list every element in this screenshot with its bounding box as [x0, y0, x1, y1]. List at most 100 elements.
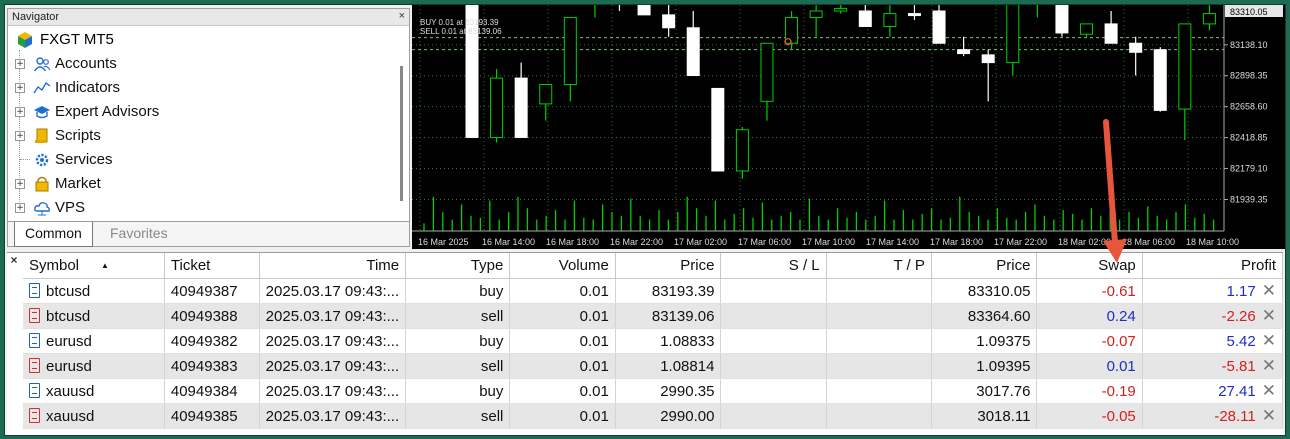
tab-favorites[interactable]: Favorites [100, 222, 178, 246]
table-row[interactable]: eurusd 40949382 2025.03.17 09:43:... buy 0.0… [23, 328, 1284, 354]
table-header: Symbol ▲ Ticket Time Type Volume Price S … [23, 253, 1284, 279]
column-header-price[interactable]: Price [615, 253, 722, 279]
cell-current: 83310.05 [931, 278, 1038, 304]
cell-profit: -28.11 ✕ [1142, 403, 1284, 429]
cell-volume: 0.01 [509, 303, 616, 329]
time-tick-label: 16 Mar 14:00 [482, 237, 535, 247]
time-tick-label: 18 Mar 10:00 [1186, 237, 1239, 247]
table-row[interactable]: eurusd 40949383 2025.03.17 09:43:... sell 0.… [23, 353, 1284, 379]
cell-sl [720, 403, 827, 429]
candle-body [563, 16, 577, 86]
candle-body [957, 49, 971, 55]
cell-ticket: 40949382 [164, 328, 260, 354]
cell-volume-value: 0.01 [579, 282, 609, 300]
time-tick-label: 17 Mar 06:00 [738, 237, 791, 247]
cell-profit: -2.26 ✕ [1142, 303, 1284, 329]
expert-advisors-icon [34, 106, 50, 119]
cell-profit-value: 1.17 [1226, 283, 1256, 300]
tab-common[interactable]: Common [14, 222, 93, 247]
tree-item-label: Expert Advisors [55, 103, 160, 120]
table-row[interactable]: xauusd 40949384 2025.03.17 09:43:... buy 0.0… [23, 378, 1284, 404]
expand-icon[interactable]: + [15, 203, 25, 213]
price-tick-label: 82658.60 [1230, 102, 1268, 112]
cell-current-value: 83310.05 [967, 282, 1031, 300]
cell-sl [720, 328, 827, 354]
close-position-icon[interactable]: ✕ [1262, 356, 1276, 376]
expand-icon[interactable]: + [15, 179, 25, 189]
buy-order-icon [29, 282, 40, 298]
column-header-sl[interactable]: S / L [720, 253, 827, 279]
candle-body [760, 42, 774, 102]
cell-time-value: 2025.03.17 09:43:... [265, 407, 400, 425]
cell-sl [720, 378, 827, 404]
table-row[interactable]: btcusd 40949387 2025.03.17 09:43:... buy 0.0… [23, 278, 1284, 304]
cell-ticket-value: 40949383 [170, 357, 238, 375]
indicators-icon [33, 81, 51, 94]
expand-icon[interactable]: + [15, 83, 25, 93]
cell-type-value: buy [479, 282, 504, 300]
candlestick-chart: BUY 0.01 at 83193.39SELL 0.01 at 83139.0… [412, 5, 1283, 247]
candle-body [514, 77, 528, 138]
price-chart[interactable]: BUY 0.01 at 83193.39 SELL 0.01 at 83139.0… [412, 5, 1285, 249]
cell-volume-value: 0.01 [579, 407, 609, 425]
cell-current: 1.09395 [931, 353, 1038, 379]
expand-icon[interactable]: + [15, 59, 25, 69]
close-position-icon[interactable]: ✕ [1262, 381, 1276, 401]
cell-price: 83193.39 [615, 278, 722, 304]
cell-price-value: 2990.00 [660, 407, 715, 425]
scripts-icon [35, 128, 48, 143]
column-header-type[interactable]: Type [405, 253, 511, 279]
cell-price-value: 1.08833 [660, 332, 715, 350]
price-tick-label: 83138.10 [1230, 40, 1268, 50]
candle-body [1129, 42, 1143, 53]
cell-volume-value: 0.01 [579, 357, 609, 375]
candle-body [1153, 49, 1167, 111]
column-header-swap[interactable]: Swap [1036, 253, 1143, 279]
trade-panel: × Symbol ▲ Ticket Time Type Volume Price … [7, 252, 1284, 435]
cell-ticket-value: 40949385 [170, 407, 238, 425]
expand-icon[interactable]: + [15, 107, 25, 117]
column-header-volume[interactable]: Volume [509, 253, 616, 279]
candle-body [686, 27, 700, 77]
table-row[interactable]: xauusd 40949385 2025.03.17 09:43:... sell 0.… [23, 403, 1284, 429]
navigator-close-button[interactable]: × [399, 10, 405, 22]
cell-profit: 27.41 ✕ [1142, 378, 1284, 404]
cell-tp [826, 353, 932, 379]
cell-price-value: 2990.35 [660, 382, 715, 400]
cell-volume-value: 0.01 [579, 307, 609, 325]
navigator-scrollbar[interactable] [400, 66, 403, 201]
close-position-icon[interactable]: ✕ [1262, 406, 1276, 426]
close-position-icon[interactable]: ✕ [1262, 331, 1276, 351]
column-header-time[interactable]: Time [259, 253, 407, 279]
sell-order-icon [29, 357, 40, 373]
cell-swap: -0.19 [1036, 378, 1143, 404]
candle-body [539, 84, 553, 105]
column-header-current-price[interactable]: Price [931, 253, 1038, 279]
services-icon [35, 153, 49, 167]
time-tick-label: 17 Mar 02:00 [674, 237, 727, 247]
candle-body [1202, 13, 1216, 25]
cell-symbol-value: eurusd [46, 332, 92, 350]
toolbox-close-button[interactable]: × [7, 253, 21, 267]
market-icon [35, 176, 49, 192]
column-header-ticket[interactable]: Ticket [164, 253, 260, 279]
column-header-tp[interactable]: T / P [826, 253, 932, 279]
mt5-window: Navigator × FXGT MT5 + Accounts + Indica… [4, 4, 1286, 436]
column-header-profit[interactable]: Profit [1142, 253, 1284, 279]
cell-current: 1.09375 [931, 328, 1038, 354]
close-position-icon[interactable]: ✕ [1262, 281, 1276, 301]
table-row[interactable]: btcusd 40949388 2025.03.17 09:43:... sell 0.… [23, 303, 1284, 329]
close-position-icon[interactable]: ✕ [1262, 306, 1276, 326]
cell-symbol: eurusd [23, 328, 165, 354]
expand-icon[interactable]: + [15, 131, 25, 141]
cell-profit-value: 5.42 [1226, 333, 1256, 350]
cell-time-value: 2025.03.17 09:43:... [265, 382, 400, 400]
column-header-symbol[interactable]: Symbol ▲ [23, 253, 165, 279]
cell-symbol: xauusd [23, 378, 165, 404]
tree-item-label: Market [55, 175, 101, 192]
cell-time: 2025.03.17 09:43:... [259, 378, 407, 404]
cell-symbol: btcusd [23, 278, 165, 304]
cell-tp [826, 303, 932, 329]
cell-ticket-value: 40949388 [170, 307, 238, 325]
mt5-logo-icon [18, 32, 32, 48]
